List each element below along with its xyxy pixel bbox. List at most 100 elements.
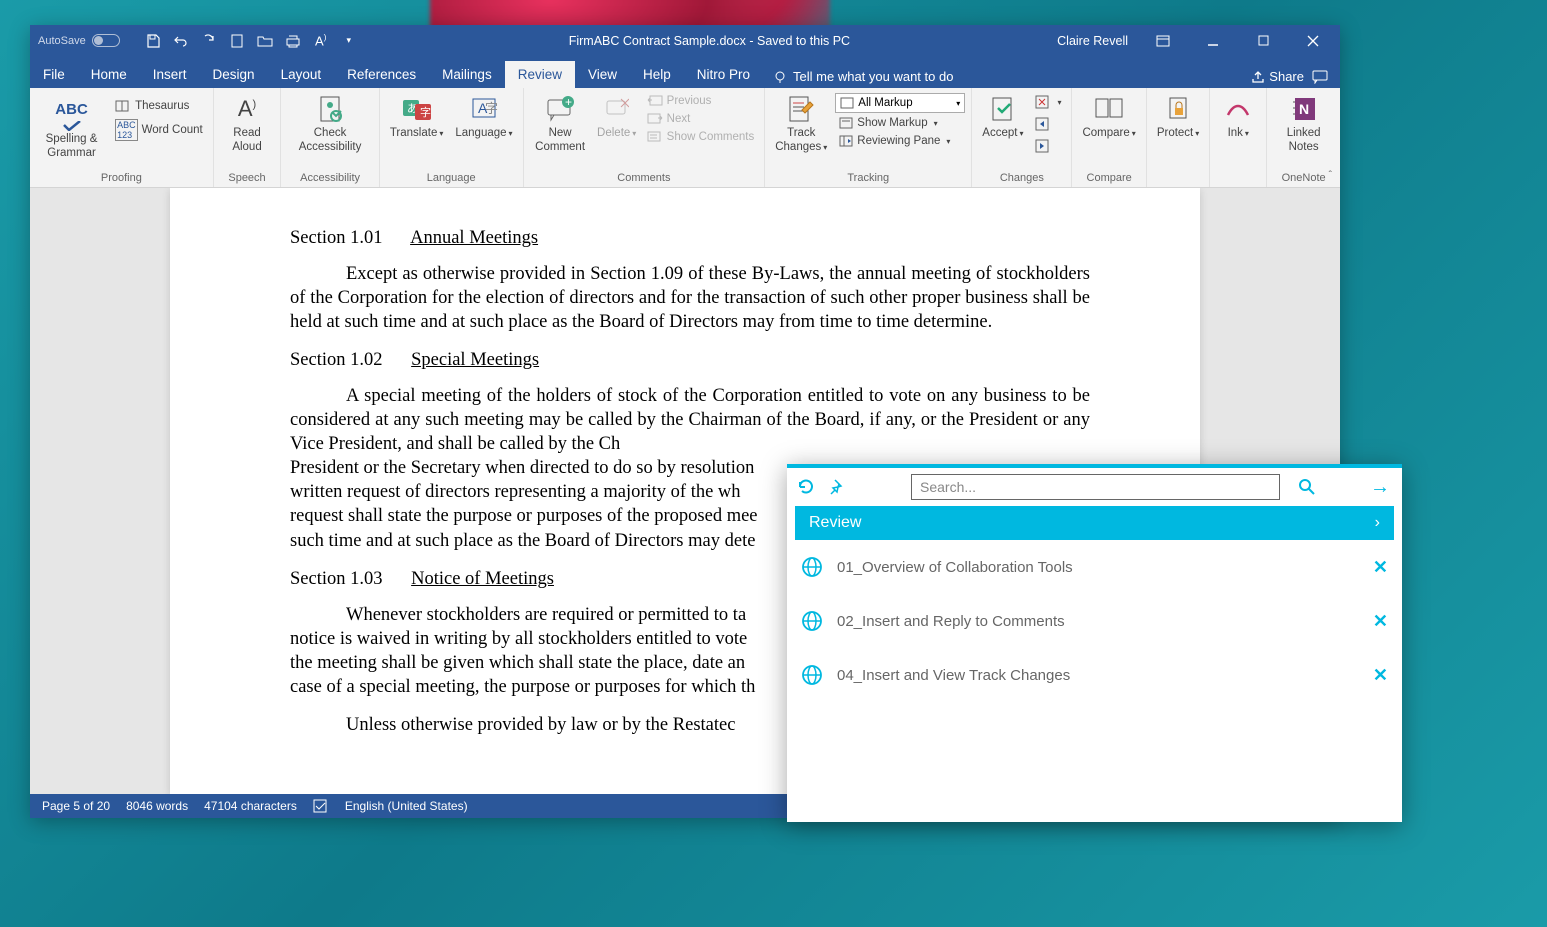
show-markup-button[interactable]: Show Markup▾ <box>835 115 965 131</box>
search-icon[interactable] <box>1298 478 1322 496</box>
refresh-icon[interactable] <box>797 478 821 496</box>
svg-text:+: + <box>565 96 572 109</box>
language-button[interactable]: A字 Language▾ <box>451 91 516 143</box>
panel-toolbar: Search... → <box>787 464 1402 506</box>
user-name[interactable]: Claire Revell <box>1057 34 1128 48</box>
chevron-right-icon: › <box>1375 514 1380 532</box>
linked-notes-button[interactable]: N Linked Notes <box>1273 91 1334 157</box>
globe-icon <box>801 664 823 686</box>
ribbon-tabs: File Home Insert Design Layout Reference… <box>30 56 1340 88</box>
protect-button[interactable]: Protect▾ <box>1153 91 1203 143</box>
show-comments-button[interactable]: Show Comments <box>643 129 759 145</box>
tab-nitro-pro[interactable]: Nitro Pro <box>684 61 763 88</box>
markup-icon <box>840 97 854 109</box>
share-button[interactable]: Share <box>1250 69 1304 84</box>
thesaurus-icon <box>115 99 131 113</box>
ribbon-display-icon[interactable] <box>1140 25 1186 56</box>
tab-review[interactable]: Review <box>505 61 575 88</box>
share-icon <box>1250 70 1264 84</box>
window-title: FirmABC Contract Sample.docx - Saved to … <box>362 34 1057 48</box>
new-doc-icon[interactable] <box>224 28 250 54</box>
collapse-ribbon-button[interactable]: ˆ <box>1329 170 1332 181</box>
panel-header[interactable]: Review › <box>795 506 1394 540</box>
globe-icon <box>801 556 823 578</box>
page-indicator[interactable]: Page 5 of 20 <box>42 799 110 813</box>
previous-comment-button[interactable]: Previous <box>643 93 759 109</box>
spelling-grammar-button[interactable]: ABC Spelling & Grammar <box>36 91 107 163</box>
accept-button[interactable]: Accept▾ <box>978 91 1027 143</box>
save-icon[interactable] <box>140 28 166 54</box>
pin-icon[interactable] <box>829 478 853 496</box>
next-change-button[interactable] <box>1031 137 1065 155</box>
read-aloud-button[interactable]: A) Read Aloud <box>220 91 275 157</box>
redo-icon[interactable] <box>196 28 222 54</box>
char-count-indicator[interactable]: 47104 characters <box>204 799 297 813</box>
tab-view[interactable]: View <box>575 61 630 88</box>
panel-search-input[interactable]: Search... <box>911 474 1280 500</box>
maximize-button[interactable] <box>1240 25 1286 56</box>
translate-button[interactable]: あ字 Translate▾ <box>386 91 448 143</box>
lightbulb-icon <box>773 70 787 84</box>
ribbon: ABC Spelling & Grammar Thesaurus ABC123 … <box>30 88 1340 188</box>
quick-print-icon[interactable] <box>280 28 306 54</box>
word-count-indicator[interactable]: 8046 words <box>126 799 188 813</box>
tab-design[interactable]: Design <box>200 61 268 88</box>
panel-item-label: 04_Insert and View Track Changes <box>837 667 1070 684</box>
section-heading: Section 1.02 Special Meetings <box>290 348 1090 372</box>
reviewing-pane-button[interactable]: Reviewing Pane▾ <box>835 133 965 149</box>
read-aloud-icon[interactable]: A) <box>308 28 334 54</box>
thesaurus-button[interactable]: Thesaurus <box>111 97 207 115</box>
open-icon[interactable] <box>252 28 278 54</box>
svg-text:N: N <box>1299 101 1309 117</box>
compare-button[interactable]: Compare▾ <box>1078 91 1139 143</box>
svg-text:字: 字 <box>420 105 431 119</box>
training-panel: Search... → Review › 01_Overview of Coll… <box>787 464 1402 822</box>
autosave-toggle[interactable]: AutoSave <box>30 34 128 47</box>
tab-file[interactable]: File <box>30 61 78 88</box>
delete-comment-button[interactable]: Delete▾ <box>595 91 639 143</box>
track-changes-button[interactable]: Track Changes▾ <box>771 91 831 157</box>
minimize-button[interactable] <box>1190 25 1236 56</box>
new-comment-button[interactable]: + New Comment <box>530 91 591 157</box>
comments-pane-icon[interactable] <box>1312 70 1328 84</box>
word-count-button[interactable]: ABC123 Word Count <box>111 117 207 143</box>
close-icon[interactable]: ✕ <box>1373 665 1388 686</box>
panel-item[interactable]: 01_Overview of Collaboration Tools ✕ <box>787 540 1402 594</box>
svg-text:字: 字 <box>485 101 498 116</box>
ink-button[interactable]: Ink▾ <box>1216 91 1260 143</box>
panel-item-label: 02_Insert and Reply to Comments <box>837 613 1065 630</box>
reject-button[interactable]: ▾ <box>1031 93 1065 111</box>
section-heading: Section 1.01 Annual Meetings <box>290 226 1090 250</box>
qat-customize-icon[interactable]: ▾ <box>336 28 362 54</box>
panel-item[interactable]: 02_Insert and Reply to Comments ✕ <box>787 594 1402 648</box>
next-icon <box>647 113 663 125</box>
collapse-panel-icon[interactable]: → <box>1368 476 1392 499</box>
close-button[interactable] <box>1290 25 1336 56</box>
language-indicator[interactable]: English (United States) <box>345 799 468 813</box>
markup-display-select[interactable]: All Markup ▾ <box>835 93 965 113</box>
show-comments-icon <box>647 131 663 143</box>
show-markup-icon <box>839 117 853 129</box>
next-comment-button[interactable]: Next <box>643 111 759 127</box>
check-accessibility-button[interactable]: Check Accessibility <box>287 91 373 157</box>
panel-item[interactable]: 04_Insert and View Track Changes ✕ <box>787 648 1402 702</box>
tab-mailings[interactable]: Mailings <box>429 61 505 88</box>
word-count-icon: ABC123 <box>115 119 138 141</box>
close-icon[interactable]: ✕ <box>1373 557 1388 578</box>
previous-change-button[interactable] <box>1031 115 1065 133</box>
tab-layout[interactable]: Layout <box>268 61 335 88</box>
undo-icon[interactable] <box>168 28 194 54</box>
panel-item-label: 01_Overview of Collaboration Tools <box>837 559 1073 576</box>
body-paragraph: Except as otherwise provided in Section … <box>290 262 1090 334</box>
spellcheck-icon[interactable] <box>313 799 329 813</box>
tell-me-search[interactable]: Tell me what you want to do <box>763 69 963 84</box>
tab-insert[interactable]: Insert <box>140 61 200 88</box>
globe-icon <box>801 610 823 632</box>
tab-references[interactable]: References <box>334 61 429 88</box>
close-icon[interactable]: ✕ <box>1373 611 1388 632</box>
title-bar: AutoSave A) ▾ FirmABC Contract Sample.do… <box>30 25 1340 56</box>
previous-icon <box>647 95 663 107</box>
quick-access-toolbar: A) ▾ <box>128 28 362 54</box>
tab-home[interactable]: Home <box>78 61 140 88</box>
tab-help[interactable]: Help <box>630 61 684 88</box>
